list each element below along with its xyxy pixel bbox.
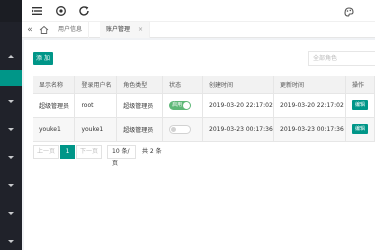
home-icon[interactable]	[38, 24, 50, 36]
chevron-down-icon[interactable]	[8, 128, 14, 131]
tab-account-management[interactable]: 账户管理 ×	[100, 22, 150, 38]
col-created[interactable]: 创建时间	[202, 76, 275, 94]
theme-icon[interactable]	[342, 4, 356, 18]
cell-status: 启用	[162, 93, 204, 118]
cell-display-name: youke1	[33, 117, 76, 142]
sidebar-item-active[interactable]	[0, 70, 22, 86]
table-row[interactable]: 超级管理员 root 超级管理员 启用 2019-03-20 22:17:02 …	[33, 93, 375, 118]
table-header-row: 显示名称 登录用户名 角色类型 状态 创建时间 更新时间 操作	[33, 76, 375, 94]
top-header	[22, 0, 375, 22]
chevron-down-icon[interactable]	[8, 240, 14, 243]
status-toggle[interactable]: 启用	[169, 100, 192, 110]
col-role[interactable]: 角色类型	[116, 76, 164, 94]
edit-button[interactable]: 编辑	[352, 100, 369, 110]
cell-status	[162, 117, 204, 142]
page-size-select[interactable]: 10 条/页	[107, 145, 136, 167]
col-updated[interactable]: 更新时间	[273, 76, 347, 94]
cell-actions: 编辑	[345, 117, 375, 142]
toggle-knob	[183, 101, 191, 109]
tab-user-info[interactable]: 用户信息	[52, 22, 90, 38]
cell-login-name: youke1	[74, 117, 118, 142]
cell-actions: 编辑	[345, 93, 375, 118]
cell-created: 2019-03-20 22:17:02	[202, 93, 275, 118]
cell-display-name: 超级管理员	[33, 93, 76, 118]
cell-login-name: root	[74, 93, 118, 118]
refresh-icon[interactable]	[77, 4, 91, 18]
prev-page-button[interactable]: 上一页	[33, 145, 59, 159]
collapse-icon[interactable]	[8, 55, 14, 58]
total-count: 共 2 条	[142, 148, 162, 155]
accounts-table: 显示名称 登录用户名 角色类型 状态 创建时间 更新时间 操作 超级管理员 ro…	[33, 76, 375, 142]
tab-label: 账户管理	[106, 26, 131, 33]
tab-label: 用户信息	[58, 26, 83, 33]
col-login-name[interactable]: 登录用户名	[74, 76, 118, 94]
sidebar-logo-area	[0, 0, 22, 22]
col-actions: 操作	[345, 76, 375, 94]
close-icon[interactable]: ×	[138, 26, 143, 33]
status-toggle-label: 启用	[172, 101, 183, 108]
next-page-button[interactable]: 下一页	[76, 145, 102, 159]
content-card: 添 加 全部角色 显示名称 登录用户名 角色类型 状态 创建时间 更新时间 操作…	[24, 40, 375, 250]
table-row[interactable]: youke1 youke1 超级管理员 2019-03-23 00:17:36 …	[33, 117, 375, 142]
menu-fold-icon[interactable]	[30, 4, 44, 18]
chevron-down-icon[interactable]	[8, 212, 14, 215]
cell-created: 2019-03-23 00:17:36	[202, 117, 275, 142]
cell-updated: 2019-03-23 00:17:36	[273, 117, 347, 142]
page-1-button[interactable]: 1	[60, 145, 75, 159]
cell-role: 超级管理员	[116, 93, 164, 118]
cell-updated: 2019-03-20 22:17:02	[273, 93, 347, 118]
role-filter-select[interactable]: 全部角色	[308, 51, 375, 66]
chevron-down-icon[interactable]	[8, 100, 14, 103]
tab-bar: « 用户信息 账户管理 ×	[22, 22, 375, 38]
tab-scroll-left-icon[interactable]: «	[24, 23, 36, 37]
add-button[interactable]: 添 加	[33, 52, 53, 65]
sidebar	[0, 0, 22, 250]
app-root: « 用户信息 账户管理 × 添 加 全部角色 显示名称 登录用户名 角色类型 状…	[0, 0, 375, 250]
edit-button[interactable]: 编辑	[352, 124, 369, 134]
col-status[interactable]: 状态	[162, 76, 204, 94]
toggle-knob	[171, 126, 177, 132]
status-toggle[interactable]	[169, 124, 192, 134]
chevron-down-icon[interactable]	[8, 156, 14, 159]
cell-role: 超级管理员	[116, 117, 164, 142]
globe-icon[interactable]	[54, 4, 68, 18]
col-display-name[interactable]: 显示名称	[33, 76, 76, 94]
chevron-down-icon[interactable]	[8, 184, 14, 187]
